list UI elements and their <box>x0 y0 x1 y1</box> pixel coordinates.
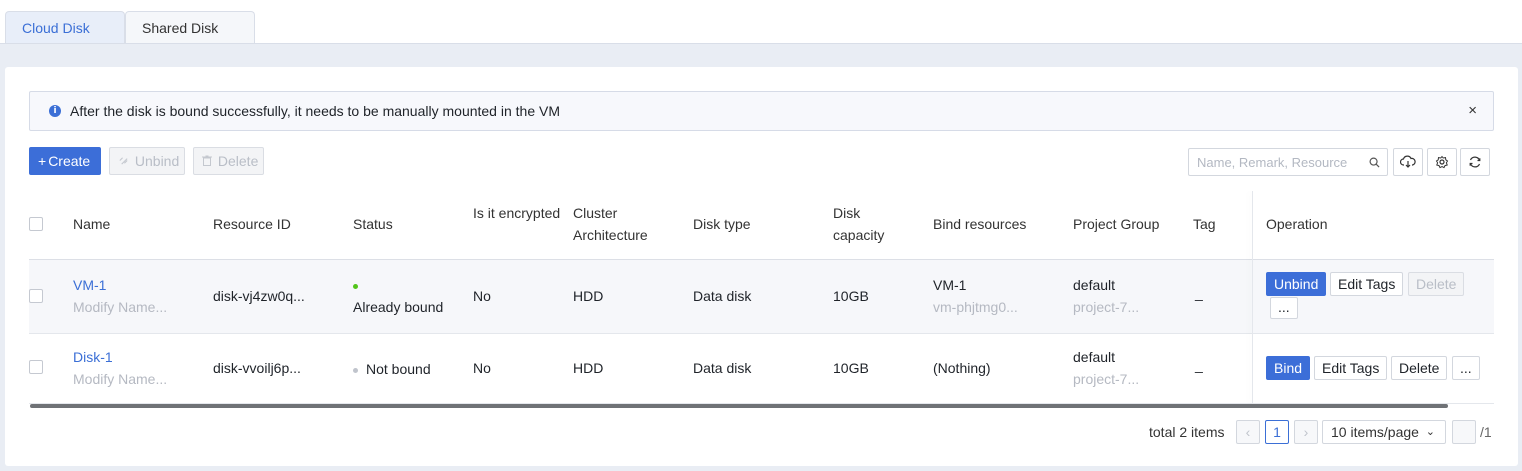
project-id: project-7... <box>1073 371 1140 387</box>
cluster-value: HDD <box>573 288 604 304</box>
modify-name-link[interactable]: Modify Name... <box>73 368 167 390</box>
page-size-select[interactable]: 10 items/page ⌄ <box>1322 420 1446 444</box>
gear-icon[interactable] <box>1427 148 1457 176</box>
status-dot <box>353 274 366 296</box>
disk-name-link[interactable]: VM-1 <box>73 274 106 296</box>
main-panel: i After the disk is bound successfully, … <box>5 67 1518 466</box>
delete-row-button[interactable]: Delete <box>1391 356 1448 380</box>
status-text: Already bound <box>353 299 444 315</box>
capacity-value: 10GB <box>833 360 869 376</box>
info-icon: i <box>49 105 61 117</box>
delete-button[interactable]: Delete <box>193 147 264 175</box>
project-id: project-7... <box>1073 299 1140 315</box>
encrypted-value: No <box>473 288 491 304</box>
col-disk-type: Disk type <box>693 216 751 232</box>
bind-resource-name[interactable]: VM-1 <box>933 274 966 296</box>
plus-icon: + <box>38 153 47 169</box>
more-button[interactable]: ... <box>1452 356 1480 380</box>
table-row: Disk-1 Modify Name... disk-vvoilj6p... N… <box>29 334 1494 404</box>
bind-resource-id: vm-phjtmg0... <box>933 299 1018 315</box>
unbind-label: Unbind <box>134 153 180 169</box>
create-label: Create <box>48 153 91 169</box>
close-icon[interactable]: × <box>1468 102 1477 119</box>
delete-label: Delete <box>217 153 259 169</box>
table-row: VM-1 Modify Name... disk-vj4zw0q... Alre… <box>29 260 1494 334</box>
bind-row-button[interactable]: Bind <box>1266 356 1311 380</box>
total-items: total 2 items <box>1149 424 1225 440</box>
create-button[interactable]: + Create <box>29 147 101 175</box>
col-status: Status <box>353 216 393 232</box>
edit-tags-button[interactable]: Edit Tags <box>1330 272 1404 296</box>
col-project-group: Project Group <box>1073 216 1160 232</box>
row-checkbox[interactable] <box>29 360 43 374</box>
tab-bar: Cloud Disk Shared Disk <box>0 0 1522 44</box>
col-cluster-architecture: Cluster Architecture <box>573 205 648 243</box>
unbind-button[interactable]: Unbind <box>109 147 185 175</box>
resource-id: disk-vvoilj6p... <box>213 360 301 376</box>
project-name: default <box>1073 349 1116 365</box>
col-operation: Operation <box>1266 216 1328 232</box>
encrypted-value: No <box>473 360 491 376</box>
more-button[interactable]: ... <box>1270 297 1298 319</box>
tab-cloud-disk[interactable]: Cloud Disk <box>5 11 125 44</box>
col-disk-capacity: Disk capacity <box>833 205 885 243</box>
page-1-button[interactable]: 1 <box>1265 420 1289 444</box>
row-checkbox[interactable] <box>29 289 43 303</box>
page-jump-input[interactable] <box>1452 420 1476 444</box>
col-name[interactable]: Name <box>73 213 110 235</box>
status: Not bound <box>353 358 431 380</box>
refresh-icon[interactable] <box>1460 148 1490 176</box>
fixed-column-divider <box>1252 191 1253 404</box>
disk-name-link[interactable]: Disk-1 <box>73 346 113 368</box>
search-input[interactable] <box>1189 149 1359 175</box>
search-icon[interactable] <box>1369 155 1380 171</box>
cloud-download-icon[interactable] <box>1393 148 1423 176</box>
notice-text: After the disk is bound successfully, it… <box>70 103 560 119</box>
cluster-value: HDD <box>573 360 604 376</box>
bind-resource-name: (Nothing) <box>933 360 991 376</box>
table-header: Name Resource ID Status Is it encrypted … <box>29 191 1494 260</box>
horizontal-scrollbar[interactable] <box>30 404 1448 408</box>
status-text: Not bound <box>366 361 431 377</box>
status-dot <box>353 367 358 373</box>
project-name: default <box>1073 277 1116 293</box>
edit-tags-button[interactable]: Edit Tags <box>1314 356 1388 380</box>
disk-type-value: Data disk <box>693 360 752 376</box>
modify-name-link[interactable]: Modify Name... <box>73 296 167 318</box>
col-tag: Tag <box>1193 216 1216 232</box>
tag-value: _ <box>1195 357 1203 373</box>
tag-value: _ <box>1195 285 1203 301</box>
unlink-icon <box>118 153 133 169</box>
page-count: /1 <box>1480 424 1492 440</box>
delete-row-button[interactable]: Delete <box>1408 272 1465 296</box>
trash-icon <box>202 153 216 169</box>
next-page-button[interactable]: › <box>1294 420 1318 444</box>
chevron-down-icon: ⌄ <box>1425 426 1435 438</box>
col-encrypted: Is it encrypted <box>473 205 561 221</box>
disk-type-value: Data disk <box>693 288 752 304</box>
capacity-value: 10GB <box>833 288 869 304</box>
tab-shared-disk[interactable]: Shared Disk <box>125 11 255 44</box>
search-box[interactable] <box>1188 148 1388 176</box>
resource-id: disk-vj4zw0q... <box>213 288 305 304</box>
info-notice: i After the disk is bound successfully, … <box>29 91 1494 131</box>
unbind-row-button[interactable]: Unbind <box>1266 272 1327 296</box>
page-size-value: 10 items/page <box>1331 424 1419 440</box>
col-resource-id: Resource ID <box>213 216 291 232</box>
select-all-checkbox[interactable] <box>29 217 43 231</box>
prev-page-button[interactable]: ‹ <box>1236 420 1260 444</box>
tab-divider <box>0 43 1522 44</box>
col-bind-resources: Bind resources <box>933 216 1027 232</box>
